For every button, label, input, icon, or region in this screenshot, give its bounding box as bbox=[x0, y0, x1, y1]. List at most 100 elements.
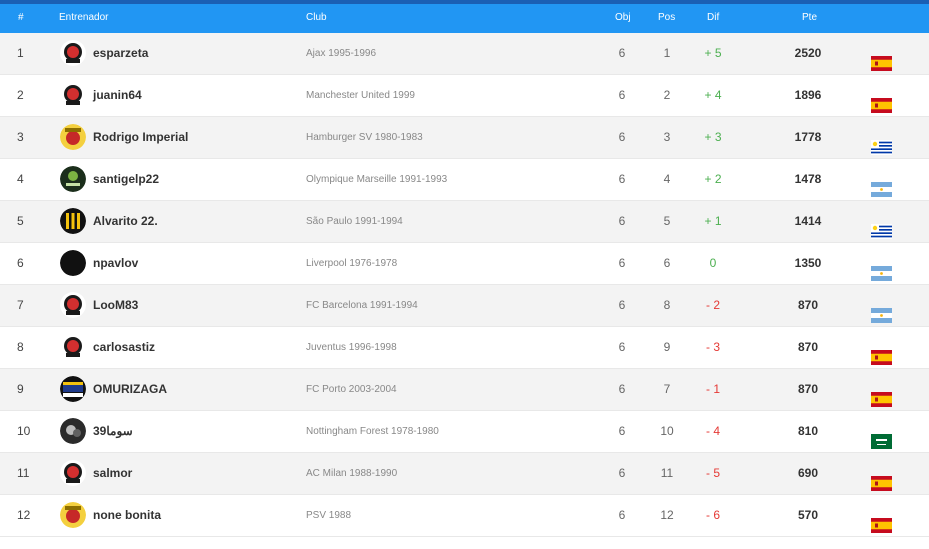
header-obj[interactable]: Obj bbox=[615, 12, 631, 23]
points-cell: 1778 bbox=[794, 130, 822, 144]
obj-cell: 6 bbox=[618, 298, 626, 312]
red-team-badge-icon[interactable] bbox=[60, 292, 86, 318]
dif-cell: + 4 bbox=[704, 88, 722, 102]
uruguay-flag-icon bbox=[871, 214, 892, 239]
coach-name-link[interactable]: npavlov bbox=[93, 243, 138, 284]
club-name: Nottingham Forest 1978-1980 bbox=[306, 426, 439, 437]
blue-yellow-badge-icon[interactable] bbox=[60, 376, 86, 402]
coach-name-link[interactable]: none bonita bbox=[93, 495, 161, 536]
pos-cell: 9 bbox=[663, 340, 671, 354]
obj-cell: 6 bbox=[618, 172, 626, 186]
dif-cell: 0 bbox=[709, 256, 717, 270]
ranking-table-body: 1 esparzeta Ajax 1995-1996 6 1 + 5 2520 2 juanin… bbox=[0, 33, 929, 537]
dif-cell: + 3 bbox=[704, 130, 722, 144]
rank-cell: 8 bbox=[17, 340, 24, 354]
uruguay-flag-icon bbox=[871, 130, 892, 155]
yellow-black-stripes-badge-icon[interactable] bbox=[60, 208, 86, 234]
coach-name-link[interactable]: juanin64 bbox=[93, 75, 142, 116]
coach-name-link[interactable]: OMURIZAGA bbox=[93, 369, 167, 410]
table-row[interactable]: 5 Alvarito 22. São Paulo 1991-1994 6 5 + 1 141… bbox=[0, 201, 929, 243]
points-cell: 810 bbox=[797, 424, 819, 438]
points-cell: 870 bbox=[797, 298, 819, 312]
coach-name-link[interactable]: carlosastiz bbox=[93, 327, 155, 368]
table-row[interactable]: 9 OMURIZAGA FC Porto 2003-2004 6 7 - 1 870 bbox=[0, 369, 929, 411]
table-row[interactable]: 8 carlosastiz Juventus 1996-1998 6 9 - 3 870 bbox=[0, 327, 929, 369]
points-cell: 1414 bbox=[794, 214, 822, 228]
dark-photo-avatar-icon[interactable] bbox=[60, 418, 86, 444]
points-cell: 2520 bbox=[794, 46, 822, 60]
rank-cell: 9 bbox=[17, 382, 24, 396]
dif-cell: - 3 bbox=[705, 340, 720, 354]
points-cell: 1350 bbox=[794, 256, 822, 270]
table-row[interactable]: 6 npavlov Liverpool 1976-1978 6 6 0 1350 bbox=[0, 243, 929, 285]
club-name: Hamburger SV 1980-1983 bbox=[306, 132, 423, 143]
table-row[interactable]: 4 santigelp22 Olympique Marseille 1991-199… bbox=[0, 159, 929, 201]
spain-flag-icon bbox=[871, 508, 892, 533]
spain-flag-icon bbox=[871, 382, 892, 407]
header-rank: # bbox=[18, 12, 24, 23]
rank-cell: 10 bbox=[17, 424, 31, 438]
rank-cell: 6 bbox=[17, 256, 24, 270]
obj-cell: 6 bbox=[618, 130, 626, 144]
obj-cell: 6 bbox=[618, 382, 626, 396]
club-name: Ajax 1995-1996 bbox=[306, 48, 377, 59]
club-name: AC Milan 1988-1990 bbox=[306, 468, 398, 479]
dif-cell: + 2 bbox=[704, 172, 722, 186]
red-team-badge-icon[interactable] bbox=[60, 40, 86, 66]
points-cell: 870 bbox=[797, 382, 819, 396]
dif-cell: - 2 bbox=[705, 298, 720, 312]
coach-name-link[interactable]: Rodrigo Imperial bbox=[93, 117, 188, 158]
spain-flag-icon bbox=[871, 466, 892, 491]
red-team-badge-icon[interactable] bbox=[60, 460, 86, 486]
pos-cell: 8 bbox=[663, 298, 671, 312]
coach-name-link[interactable]: سوما39 bbox=[93, 411, 133, 452]
points-cell: 1478 bbox=[794, 172, 822, 186]
red-team-badge-icon[interactable] bbox=[60, 334, 86, 360]
black-circle-avatar-icon[interactable] bbox=[60, 250, 86, 276]
obj-cell: 6 bbox=[618, 466, 626, 480]
table-row[interactable]: 3 Rodrigo Imperial Hamburger SV 1980-1983 6… bbox=[0, 117, 929, 159]
club-name: FC Porto 2003-2004 bbox=[306, 384, 397, 395]
table-row[interactable]: 10 سوما39 Nottingham Forest 1978-1980 6 10 - … bbox=[0, 411, 929, 453]
spain-flag-icon bbox=[871, 46, 892, 71]
table-row[interactable]: 2 juanin64 Manchester United 1999 6 2 + 4 1896 bbox=[0, 75, 929, 117]
coach-name-link[interactable]: salmor bbox=[93, 453, 132, 494]
obj-cell: 6 bbox=[618, 46, 626, 60]
table-row[interactable]: 11 salmor AC Milan 1988-1990 6 11 - 5 690 bbox=[0, 453, 929, 495]
dif-cell: - 1 bbox=[705, 382, 720, 396]
club-name: Juventus 1996-1998 bbox=[306, 342, 397, 353]
rank-cell: 4 bbox=[17, 172, 24, 186]
pos-cell: 5 bbox=[663, 214, 671, 228]
club-name: FC Barcelona 1991-1994 bbox=[306, 300, 418, 311]
rank-cell: 3 bbox=[17, 130, 24, 144]
argentina-flag-icon bbox=[871, 256, 892, 281]
obj-cell: 6 bbox=[618, 214, 626, 228]
yellow-red-badge-icon[interactable] bbox=[60, 124, 86, 150]
club-name: Liverpool 1976-1978 bbox=[306, 258, 398, 269]
pos-cell: 1 bbox=[663, 46, 671, 60]
coach-name-link[interactable]: santigelp22 bbox=[93, 159, 159, 200]
table-row[interactable]: 12 none bonita PSV 1988 6 12 - 6 570 bbox=[0, 495, 929, 537]
coach-name-link[interactable]: LooM83 bbox=[93, 285, 138, 326]
header-coach[interactable]: Entrenador bbox=[59, 12, 108, 23]
table-header: # Entrenador Club Obj Pos Dif Pte bbox=[0, 4, 929, 33]
pos-cell: 4 bbox=[663, 172, 671, 186]
obj-cell: 6 bbox=[618, 424, 626, 438]
yellow-red-badge-icon[interactable] bbox=[60, 502, 86, 528]
pos-cell: 10 bbox=[660, 424, 674, 438]
coach-name-link[interactable]: esparzeta bbox=[93, 33, 148, 74]
header-dif[interactable]: Dif bbox=[707, 12, 719, 23]
points-cell: 870 bbox=[797, 340, 819, 354]
header-club[interactable]: Club bbox=[306, 12, 327, 23]
table-row[interactable]: 7 LooM83 FC Barcelona 1991-1994 6 8 - 2 870 bbox=[0, 285, 929, 327]
header-pts[interactable]: Pte bbox=[802, 12, 817, 23]
header-pos[interactable]: Pos bbox=[658, 12, 675, 23]
table-row[interactable]: 1 esparzeta Ajax 1995-1996 6 1 + 5 2520 bbox=[0, 33, 929, 75]
rank-cell: 12 bbox=[17, 508, 31, 522]
spain-flag-icon bbox=[871, 88, 892, 113]
dark-green-badge-icon[interactable] bbox=[60, 166, 86, 192]
pos-cell: 12 bbox=[660, 508, 674, 522]
coach-name-link[interactable]: Alvarito 22. bbox=[93, 201, 158, 242]
red-team-badge-icon[interactable] bbox=[60, 82, 86, 108]
pos-cell: 3 bbox=[663, 130, 671, 144]
